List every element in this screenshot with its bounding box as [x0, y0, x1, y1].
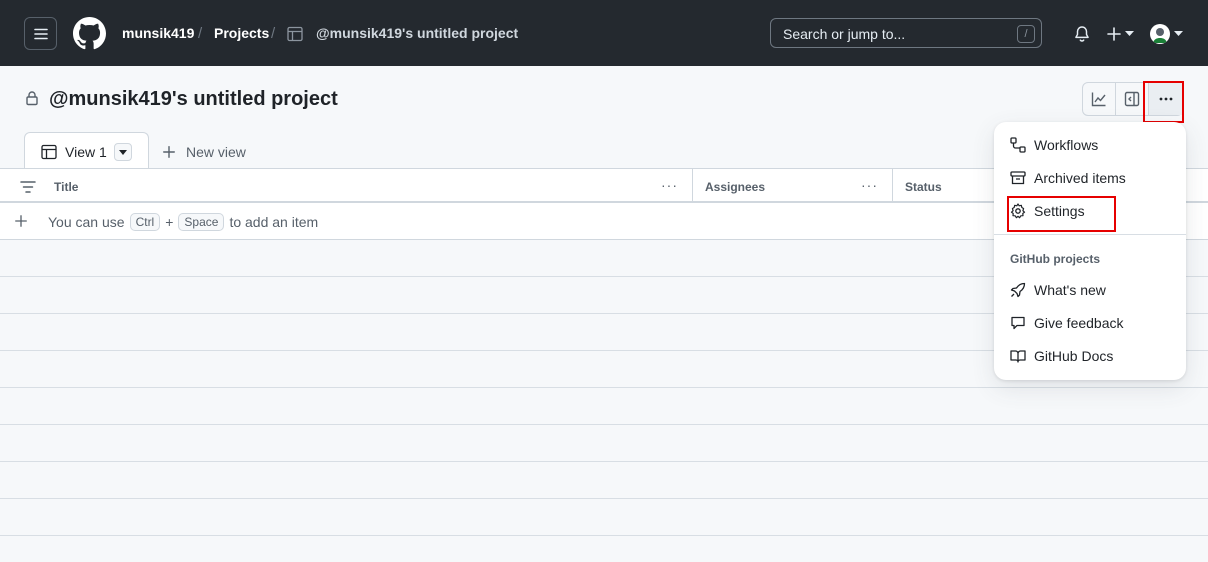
empty-table-row	[0, 462, 1208, 499]
menu-item-github-docs[interactable]: GitHub Docs	[1002, 340, 1178, 372]
project-options-menu: Workflows Archived items Settings GitHub…	[994, 122, 1186, 380]
menu-item-label: Give feedback	[1034, 315, 1124, 331]
plus-icon[interactable]	[14, 214, 28, 228]
menu-item-give-feedback[interactable]: Give feedback	[1002, 307, 1178, 339]
search-placeholder: Search or jump to...	[783, 26, 906, 42]
sidebar-expand-icon	[1124, 91, 1140, 107]
column-header-assignees[interactable]: Assignees	[705, 180, 765, 194]
menu-item-workflows[interactable]: Workflows	[1002, 129, 1178, 161]
column-header-title[interactable]: Title	[54, 180, 78, 194]
breadcrumb-project-name[interactable]: @munsik419's untitled project	[316, 25, 518, 41]
empty-table-row	[0, 425, 1208, 462]
empty-table-row	[0, 388, 1208, 425]
book-icon	[1010, 350, 1026, 363]
search-input[interactable]: Search or jump to... /	[770, 18, 1042, 48]
empty-table-row	[0, 499, 1208, 536]
column-divider[interactable]	[692, 169, 693, 202]
add-hint-suffix: to add an item	[229, 214, 319, 230]
page-title: @munsik419's untitled project	[49, 88, 338, 110]
space-key: Space	[178, 213, 225, 231]
tab-label: View 1	[65, 144, 107, 160]
caret-down-icon[interactable]	[1174, 31, 1183, 37]
menu-item-label: Archived items	[1034, 170, 1126, 186]
add-item-hint[interactable]: You can use Ctrl + Space to add an item	[48, 213, 318, 231]
hamburger-menu-button[interactable]	[24, 17, 57, 50]
rocket-icon	[1010, 282, 1026, 298]
avatar-image-icon	[1153, 28, 1167, 43]
search-shortcut-key: /	[1017, 25, 1035, 43]
filter-icon[interactable]	[20, 179, 36, 195]
breadcrumb-user[interactable]: munsik419	[122, 25, 194, 41]
comment-icon	[1011, 316, 1025, 330]
plus-icon	[163, 146, 175, 158]
avatar[interactable]	[1150, 24, 1170, 44]
menu-divider	[994, 234, 1186, 235]
column-header-status[interactable]: Status	[905, 180, 942, 194]
menu-item-label: GitHub Docs	[1034, 348, 1114, 364]
column-menu-icon[interactable]: ···	[661, 177, 678, 193]
breadcrumb-separator: /	[198, 25, 203, 42]
menu-group-label: GitHub projects	[1010, 252, 1101, 266]
column-menu-icon[interactable]: ···	[861, 177, 878, 193]
github-logo-icon[interactable]	[73, 17, 106, 50]
highlight-more-options	[1143, 81, 1184, 123]
table-icon	[287, 26, 303, 42]
menu-item-label: What's new	[1034, 282, 1106, 298]
graph-icon	[1091, 92, 1106, 107]
breadcrumb-separator: /	[271, 25, 276, 42]
archive-icon	[1010, 171, 1026, 185]
column-divider[interactable]	[892, 169, 893, 202]
tab-view-1[interactable]: View 1	[24, 132, 149, 169]
table-icon	[41, 144, 57, 160]
add-hint-prefix: You can use	[48, 214, 125, 230]
global-header: munsik419 / Projects / @munsik419's unti…	[0, 0, 1208, 66]
new-view-label: New view	[186, 144, 246, 160]
menu-item-label: Workflows	[1034, 137, 1099, 153]
view-options-button[interactable]	[114, 143, 132, 161]
hamburger-icon	[33, 28, 48, 39]
caret-down-icon[interactable]	[1125, 31, 1134, 37]
menu-item-whats-new[interactable]: What's new	[1002, 274, 1178, 306]
lock-icon	[26, 91, 38, 106]
caret-down-icon	[119, 149, 127, 155]
menu-item-archived[interactable]: Archived items	[1002, 162, 1178, 194]
breadcrumb-projects[interactable]: Projects	[214, 25, 269, 41]
highlight-settings	[1007, 196, 1116, 232]
add-hint-plus: +	[165, 214, 174, 230]
insights-button[interactable]	[1083, 83, 1116, 115]
plus-icon[interactable]	[1106, 26, 1122, 42]
workflow-icon	[1010, 137, 1026, 153]
ctrl-key: Ctrl	[129, 213, 161, 231]
new-view-button[interactable]: New view	[162, 143, 246, 161]
bell-icon[interactable]	[1073, 25, 1091, 43]
